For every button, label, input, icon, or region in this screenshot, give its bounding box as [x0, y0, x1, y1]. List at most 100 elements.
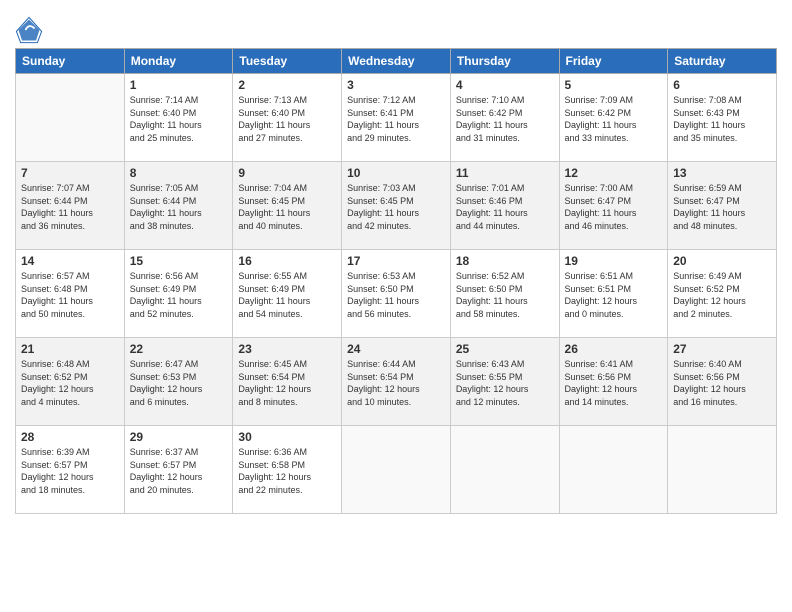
day-info: Sunrise: 6:53 AM Sunset: 6:50 PM Dayligh…: [347, 270, 445, 320]
day-info: Sunrise: 6:48 AM Sunset: 6:52 PM Dayligh…: [21, 358, 119, 408]
weekday-header-row: SundayMondayTuesdayWednesdayThursdayFrid…: [16, 49, 777, 74]
day-info: Sunrise: 7:10 AM Sunset: 6:42 PM Dayligh…: [456, 94, 554, 144]
day-info: Sunrise: 6:49 AM Sunset: 6:52 PM Dayligh…: [673, 270, 771, 320]
calendar-cell: 13 Sunrise: 6:59 AM Sunset: 6:47 PM Dayli…: [668, 162, 777, 250]
calendar-table: SundayMondayTuesdayWednesdayThursdayFrid…: [15, 48, 777, 514]
day-number: 27: [673, 342, 771, 356]
day-info: Sunrise: 7:07 AM Sunset: 6:44 PM Dayligh…: [21, 182, 119, 232]
weekday-friday: Friday: [559, 49, 668, 74]
calendar-cell: 11Sunrise: 7:01 AM Sunset: 6:46 PM Dayli…: [450, 162, 559, 250]
weekday-saturday: Saturday: [668, 49, 777, 74]
day-number: 9: [238, 166, 336, 180]
day-info: Sunrise: 6:43 AM Sunset: 6:55 PM Dayligh…: [456, 358, 554, 408]
day-info: Sunrise: 6:37 AM Sunset: 6:57 PM Dayligh…: [130, 446, 228, 496]
week-row-4: 28 Sunrise: 6:39 AM Sunset: 6:57 PM Dayli…: [16, 426, 777, 514]
calendar-cell: 25 Sunrise: 6:43 AM Sunset: 6:55 PM Dayli…: [450, 338, 559, 426]
day-info: Sunrise: 6:47 AM Sunset: 6:53 PM Dayligh…: [130, 358, 228, 408]
calendar-cell: 18Sunrise: 6:52 AM Sunset: 6:50 PM Dayli…: [450, 250, 559, 338]
weekday-monday: Monday: [124, 49, 233, 74]
day-number: 16: [238, 254, 336, 268]
day-number: 3: [347, 78, 445, 92]
day-number: 1: [130, 78, 228, 92]
day-number: 10: [347, 166, 445, 180]
day-number: 26: [565, 342, 663, 356]
day-info: Sunrise: 7:01 AM Sunset: 6:46 PM Dayligh…: [456, 182, 554, 232]
day-info: Sunrise: 6:52 AM Sunset: 6:50 PM Dayligh…: [456, 270, 554, 320]
calendar-cell: 28 Sunrise: 6:39 AM Sunset: 6:57 PM Dayli…: [16, 426, 125, 514]
day-number: 6: [673, 78, 771, 92]
day-number: 22: [130, 342, 228, 356]
calendar-cell: 24 Sunrise: 6:44 AM Sunset: 6:54 PM Dayli…: [342, 338, 451, 426]
calendar-cell: 1 Sunrise: 7:14 AM Sunset: 6:40 PM Daylig…: [124, 74, 233, 162]
day-info: Sunrise: 6:41 AM Sunset: 6:56 PM Dayligh…: [565, 358, 663, 408]
calendar-cell: [450, 426, 559, 514]
day-info: Sunrise: 6:55 AM Sunset: 6:49 PM Dayligh…: [238, 270, 336, 320]
day-number: 8: [130, 166, 228, 180]
day-info: Sunrise: 6:51 AM Sunset: 6:51 PM Dayligh…: [565, 270, 663, 320]
day-number: 23: [238, 342, 336, 356]
calendar-cell: 23 Sunrise: 6:45 AM Sunset: 6:54 PM Dayli…: [233, 338, 342, 426]
day-number: 19: [565, 254, 663, 268]
day-info: Sunrise: 6:44 AM Sunset: 6:54 PM Dayligh…: [347, 358, 445, 408]
calendar-cell: 16 Sunrise: 6:55 AM Sunset: 6:49 PM Dayli…: [233, 250, 342, 338]
day-info: Sunrise: 6:59 AM Sunset: 6:47 PM Dayligh…: [673, 182, 771, 232]
calendar-cell: 3 Sunrise: 7:12 AM Sunset: 6:41 PM Daylig…: [342, 74, 451, 162]
day-number: 7: [21, 166, 119, 180]
day-number: 24: [347, 342, 445, 356]
calendar-cell: 30Sunrise: 6:36 AM Sunset: 6:58 PM Dayli…: [233, 426, 342, 514]
calendar-cell: 5 Sunrise: 7:09 AM Sunset: 6:42 PM Daylig…: [559, 74, 668, 162]
day-info: Sunrise: 6:57 AM Sunset: 6:48 PM Dayligh…: [21, 270, 119, 320]
day-number: 14: [21, 254, 119, 268]
calendar-cell: [16, 74, 125, 162]
calendar-cell: 14 Sunrise: 6:57 AM Sunset: 6:48 PM Dayli…: [16, 250, 125, 338]
week-row-0: 1 Sunrise: 7:14 AM Sunset: 6:40 PM Daylig…: [16, 74, 777, 162]
day-number: 17: [347, 254, 445, 268]
calendar-cell: 6Sunrise: 7:08 AM Sunset: 6:43 PM Daylig…: [668, 74, 777, 162]
day-number: 13: [673, 166, 771, 180]
weekday-wednesday: Wednesday: [342, 49, 451, 74]
day-info: Sunrise: 7:00 AM Sunset: 6:47 PM Dayligh…: [565, 182, 663, 232]
day-number: 30: [238, 430, 336, 444]
day-info: Sunrise: 7:13 AM Sunset: 6:40 PM Dayligh…: [238, 94, 336, 144]
logo: [15, 16, 46, 44]
calendar-cell: 21 Sunrise: 6:48 AM Sunset: 6:52 PM Dayli…: [16, 338, 125, 426]
week-row-2: 14 Sunrise: 6:57 AM Sunset: 6:48 PM Dayli…: [16, 250, 777, 338]
day-number: 2: [238, 78, 336, 92]
page-container: SundayMondayTuesdayWednesdayThursdayFrid…: [0, 0, 792, 524]
calendar-cell: 17 Sunrise: 6:53 AM Sunset: 6:50 PM Dayli…: [342, 250, 451, 338]
day-info: Sunrise: 6:40 AM Sunset: 6:56 PM Dayligh…: [673, 358, 771, 408]
calendar-cell: [668, 426, 777, 514]
day-info: Sunrise: 7:04 AM Sunset: 6:45 PM Dayligh…: [238, 182, 336, 232]
calendar-cell: 9 Sunrise: 7:04 AM Sunset: 6:45 PM Daylig…: [233, 162, 342, 250]
day-number: 5: [565, 78, 663, 92]
day-info: Sunrise: 7:14 AM Sunset: 6:40 PM Dayligh…: [130, 94, 228, 144]
weekday-thursday: Thursday: [450, 49, 559, 74]
week-row-3: 21 Sunrise: 6:48 AM Sunset: 6:52 PM Dayli…: [16, 338, 777, 426]
day-number: 20: [673, 254, 771, 268]
day-info: Sunrise: 6:45 AM Sunset: 6:54 PM Dayligh…: [238, 358, 336, 408]
day-number: 28: [21, 430, 119, 444]
calendar-cell: 27 Sunrise: 6:40 AM Sunset: 6:56 PM Dayli…: [668, 338, 777, 426]
calendar-cell: 8 Sunrise: 7:05 AM Sunset: 6:44 PM Daylig…: [124, 162, 233, 250]
day-info: Sunrise: 6:39 AM Sunset: 6:57 PM Dayligh…: [21, 446, 119, 496]
day-info: Sunrise: 7:03 AM Sunset: 6:45 PM Dayligh…: [347, 182, 445, 232]
day-info: Sunrise: 7:09 AM Sunset: 6:42 PM Dayligh…: [565, 94, 663, 144]
weekday-sunday: Sunday: [16, 49, 125, 74]
calendar-cell: 22 Sunrise: 6:47 AM Sunset: 6:53 PM Dayli…: [124, 338, 233, 426]
calendar-cell: 19 Sunrise: 6:51 AM Sunset: 6:51 PM Dayli…: [559, 250, 668, 338]
calendar-cell: 29 Sunrise: 6:37 AM Sunset: 6:57 PM Dayli…: [124, 426, 233, 514]
day-info: Sunrise: 7:12 AM Sunset: 6:41 PM Dayligh…: [347, 94, 445, 144]
day-info: Sunrise: 7:05 AM Sunset: 6:44 PM Dayligh…: [130, 182, 228, 232]
calendar-cell: 15Sunrise: 6:56 AM Sunset: 6:49 PM Dayli…: [124, 250, 233, 338]
calendar-cell: 20 Sunrise: 6:49 AM Sunset: 6:52 PM Dayli…: [668, 250, 777, 338]
calendar-cell: 2 Sunrise: 7:13 AM Sunset: 6:40 PM Daylig…: [233, 74, 342, 162]
calendar-cell: 26 Sunrise: 6:41 AM Sunset: 6:56 PM Dayli…: [559, 338, 668, 426]
calendar-cell: 10 Sunrise: 7:03 AM Sunset: 6:45 PM Dayli…: [342, 162, 451, 250]
week-row-1: 7 Sunrise: 7:07 AM Sunset: 6:44 PM Daylig…: [16, 162, 777, 250]
day-number: 12: [565, 166, 663, 180]
day-number: 29: [130, 430, 228, 444]
day-number: 21: [21, 342, 119, 356]
weekday-tuesday: Tuesday: [233, 49, 342, 74]
calendar-cell: [559, 426, 668, 514]
day-number: 25: [456, 342, 554, 356]
